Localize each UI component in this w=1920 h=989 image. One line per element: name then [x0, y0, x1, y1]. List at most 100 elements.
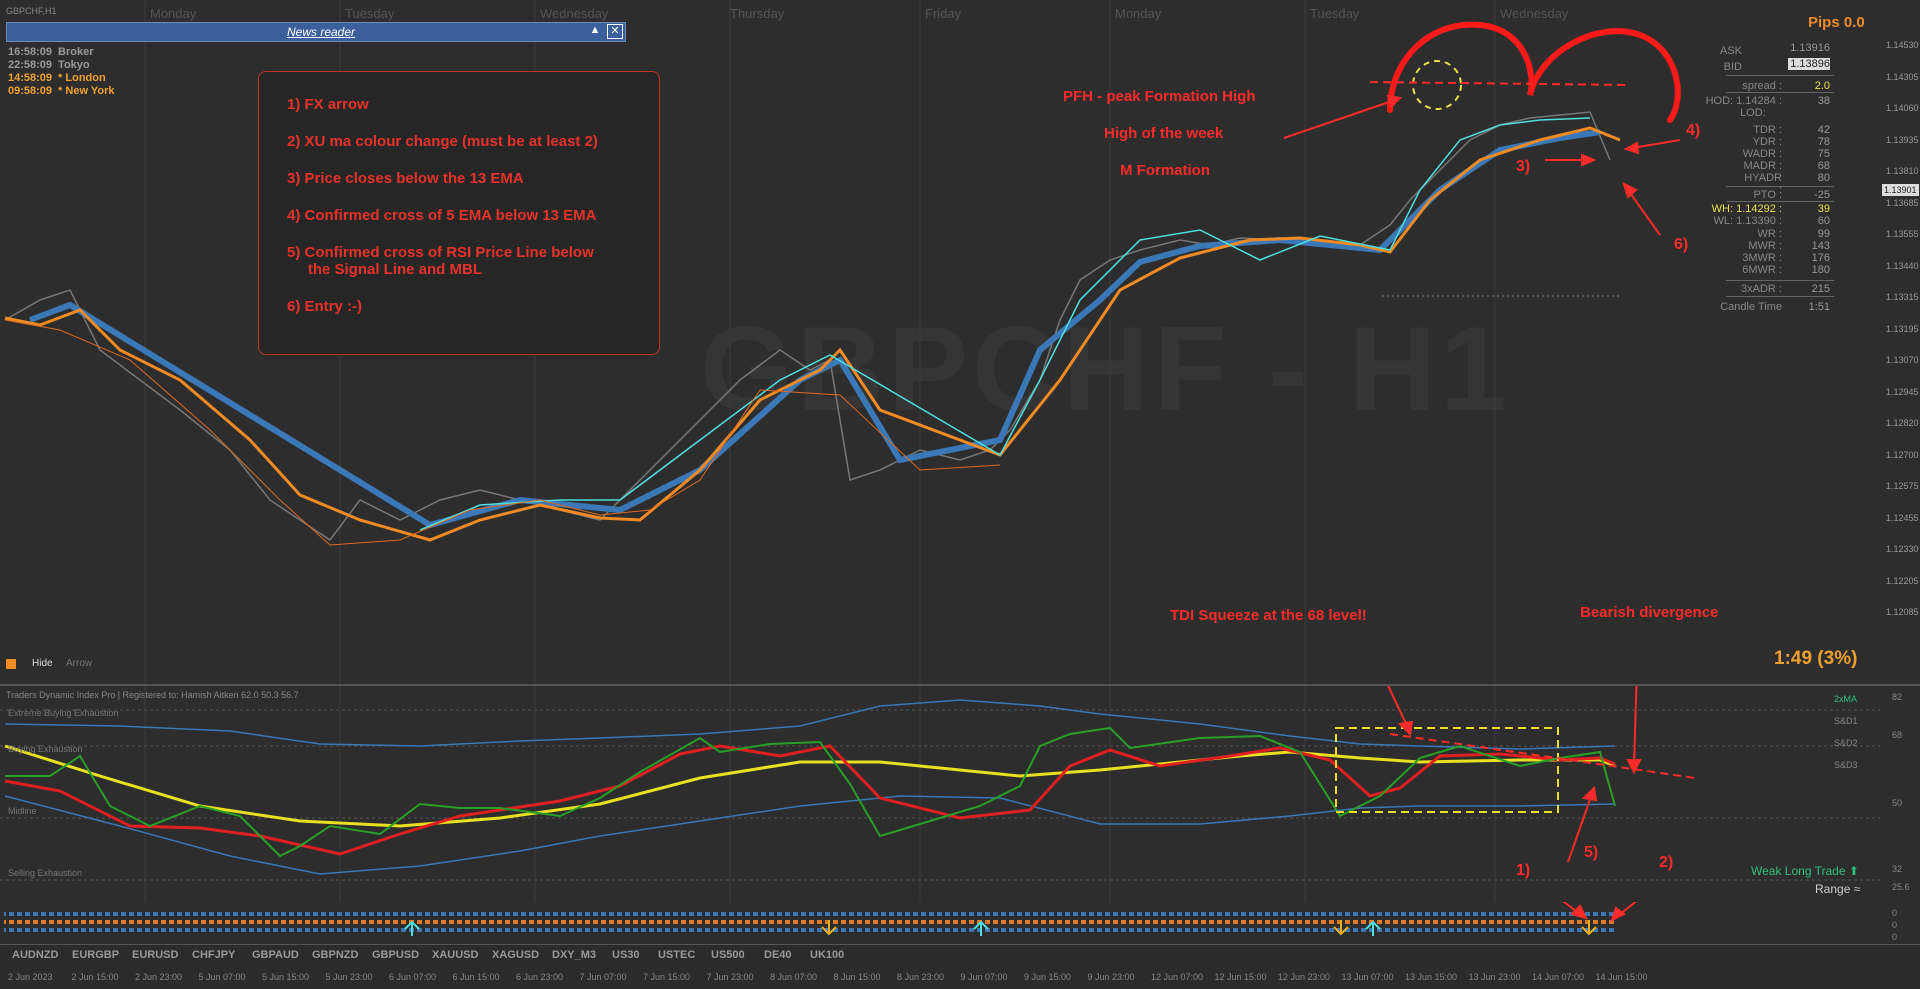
symbol-tab-audnzd[interactable]: AUDNZD: [12, 949, 58, 961]
high-dashed-line: [1369, 81, 1631, 86]
indicator-level: Midline: [8, 806, 37, 816]
news-reader-title[interactable]: News reader: [287, 25, 355, 39]
hide-toggle-icon[interactable]: [6, 659, 16, 669]
symbol-tab-gbpusd[interactable]: GBPUSD: [372, 949, 419, 961]
time-axis: 2 Jun 2023 2 Jun 15:00 2 Jun 23:00 5 Jun 07…: [0, 968, 1880, 988]
bar-tick-0: 0: [1892, 908, 1898, 918]
adr3-label: 3xADR :: [1741, 283, 1782, 295]
clock-label: * New York: [58, 85, 115, 97]
time-tick: 6 Jun 15:00: [452, 972, 500, 982]
time-tick: 7 Jun 15:00: [643, 972, 691, 982]
price-tick: 1.12820: [1886, 418, 1919, 428]
annotation-5: 5): [1584, 844, 1599, 861]
indicator-right-label: S&D2: [1834, 738, 1858, 748]
pto-value: -25: [1814, 189, 1830, 201]
clock-time: 14:58:09: [8, 72, 53, 84]
price-tick: 1.12085: [1886, 607, 1919, 617]
rule-2: 2) XU ma colour change (must be at least…: [287, 133, 598, 150]
symbol-tab-uk100[interactable]: UK100: [810, 949, 844, 961]
price-tick: 1.13195: [1886, 323, 1919, 334]
adr3-value: 215: [1811, 283, 1830, 295]
indicator-tick: 68: [1892, 730, 1903, 740]
price-tick: 1.13810: [1886, 166, 1919, 176]
clock-row-0: 16:58:09 Broker: [8, 46, 115, 59]
symbol-tabs[interactable]: AUDNZD EURGBP EURUSD CHFJPY GBPAUD GBPNZD GBPU…: [0, 946, 1880, 966]
time-tick: 14 Jun 15:00: [1595, 972, 1648, 982]
clock-time: 22:58:09: [8, 59, 53, 71]
main-chart-pane[interactable]: GBPCHF,H1 Monday Tuesday Wednesday Thursday…: [0, 0, 1920, 686]
symbol-tab-us500[interactable]: US500: [711, 949, 745, 961]
clock-row-3: 09:58:09 * New York: [8, 85, 115, 98]
time-tick: 7 Jun 23:00: [706, 972, 754, 982]
annotation-pfh: PFH - peak Formation High: [1063, 88, 1256, 105]
time-tick: 9 Jun 23:00: [1087, 972, 1135, 982]
symbol-tab-gbpnzd[interactable]: GBPNZD: [312, 949, 358, 961]
symbol-tab-ustec[interactable]: USTEC: [658, 949, 695, 961]
wl-value: 60: [1817, 215, 1830, 227]
stat-row-value: 75: [1817, 148, 1830, 160]
rule-1: 1) FX arrow: [287, 96, 369, 113]
time-tick: 8 Jun 15:00: [833, 972, 881, 982]
price-tick: 1.13440: [1886, 260, 1919, 271]
weak-long-trade-signal: Weak Long Trade ⬆: [1751, 864, 1859, 878]
indicator-level: Selling Exhaustion: [8, 868, 83, 878]
price-tick: 1.13070: [1886, 355, 1919, 365]
time-tick: 7 Jun 07:00: [579, 972, 627, 982]
bar-tick-2: 0: [1892, 932, 1898, 942]
stat-row-value: 80: [1817, 172, 1830, 184]
close-icon[interactable]: ✕: [607, 24, 623, 39]
stat-row-label: WADR :: [1742, 148, 1782, 160]
annotation-bearish-divergence: Bearish divergence: [1580, 604, 1719, 621]
symbol-tab-dxy_m3[interactable]: DXY_M3: [552, 949, 596, 961]
annotation-tdi-squeeze: TDI Squeeze at the 68 level!: [1170, 607, 1367, 624]
symbol-tab-xauusd[interactable]: XAUUSD: [432, 949, 478, 961]
rule-4: 4) Confirmed cross of 5 EMA below 13 EMA: [287, 207, 597, 224]
time-tick: 2 Jun 23:00: [135, 972, 183, 982]
symbol-tab-chfjpy[interactable]: CHFJPY: [192, 949, 235, 961]
symbol-tab-us30[interactable]: US30: [612, 949, 640, 961]
news-reader-bar[interactable]: News reader ▲ ✕: [6, 22, 626, 42]
annotation-1: 1): [1516, 862, 1531, 879]
indicator-level: Buying Exhaustion: [8, 744, 83, 754]
symbol-tab-xagusd[interactable]: XAGUSD: [492, 949, 539, 961]
tdi-indicator-pane[interactable]: Traders Dynamic Index Pro | Registered t…: [0, 686, 1920, 910]
indicator-tick: 25.6: [1892, 882, 1910, 892]
price-tick: 1.13555: [1886, 229, 1919, 239]
rule-6: 6) Entry :-): [287, 298, 362, 315]
ema-13-orange: [4, 126, 1621, 542]
arrow-button[interactable]: Arrow: [66, 658, 92, 669]
symbol-tab-de40[interactable]: DE40: [764, 949, 792, 961]
pips-display: Pips 0.0: [1808, 14, 1865, 31]
tdi-rsi-green: [5, 726, 1616, 858]
clock-time: 16:58:09: [8, 46, 53, 58]
tdi-mbl-yellow: [4, 744, 1616, 828]
stat-row-value: 78: [1817, 136, 1830, 148]
candle-time-value: 1:51: [1808, 301, 1830, 313]
annotation-2: 2): [1659, 854, 1674, 871]
squeeze-box: [1335, 727, 1559, 813]
candle-time-label: Candle Time: [1720, 301, 1782, 313]
annotation-4: 4): [1686, 122, 1701, 139]
signal-bar-pane: 0 0 0: [0, 902, 1920, 945]
stat-row-value: 99: [1817, 228, 1830, 240]
hide-button[interactable]: Hide: [32, 658, 53, 669]
time-tick: 5 Jun 23:00: [325, 972, 373, 982]
symbol-tab-gbpaud[interactable]: GBPAUD: [252, 949, 299, 961]
current-price-tag: 1.13901: [1882, 184, 1919, 196]
price-tick: 1.12330: [1886, 544, 1919, 554]
collapse-icon[interactable]: ▲: [587, 24, 603, 39]
wl-label: WL: 1.13390 :: [1713, 215, 1783, 227]
symbol-tab-eurgbp[interactable]: EURGBP: [72, 949, 119, 961]
symbol-tab-eurusd[interactable]: EURUSD: [132, 949, 178, 961]
signal-bars-svg: [4, 902, 1637, 936]
price-tick: 1.12455: [1886, 512, 1919, 523]
time-tick: 8 Jun 07:00: [770, 972, 818, 982]
clock-time: 09:58:09: [8, 85, 53, 97]
indicator-level: Extreme Buying Exhaustion: [8, 708, 119, 718]
indicator-right-label: 2xMA: [1834, 694, 1858, 704]
price-tick: 1.14060: [1886, 103, 1919, 113]
time-tick: 12 Jun 23:00: [1278, 972, 1331, 982]
stat-row-value: 143: [1811, 240, 1830, 252]
hod-value: 38: [1817, 95, 1830, 107]
ask-label: ASK: [1719, 45, 1742, 57]
